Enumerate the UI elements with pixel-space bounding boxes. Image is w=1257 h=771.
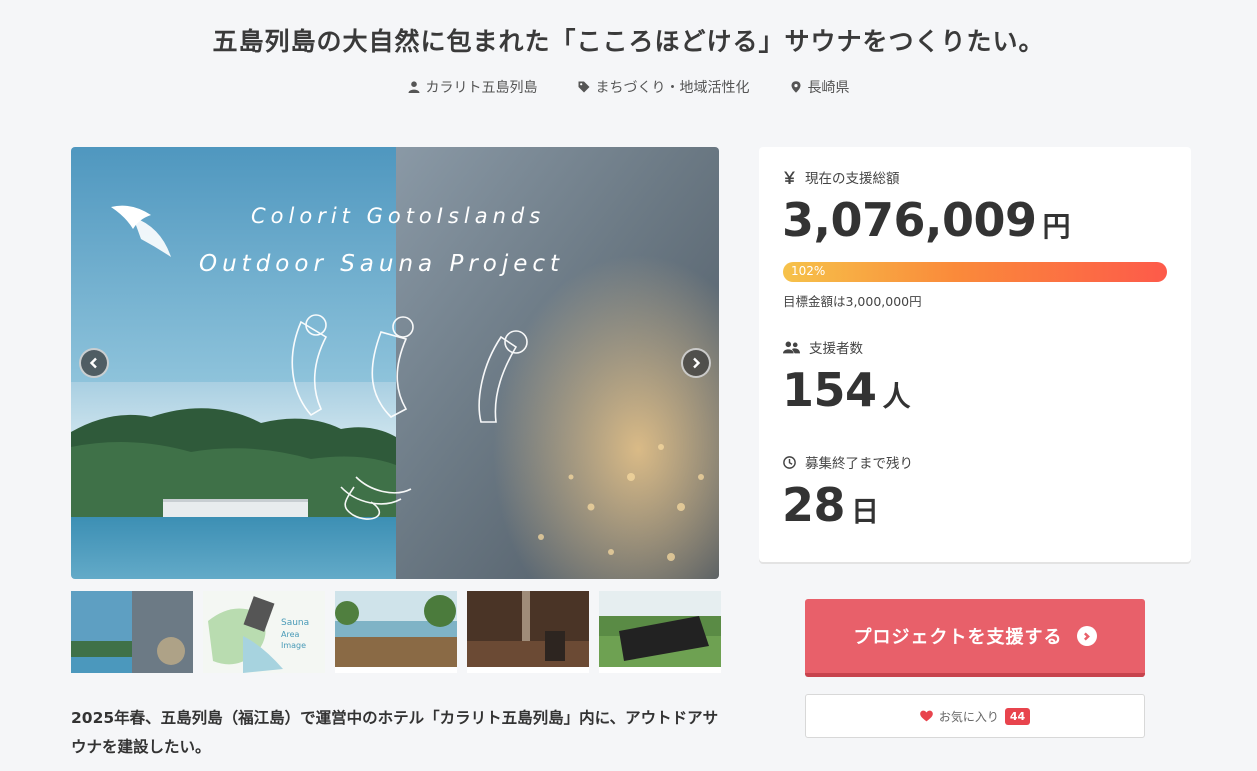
amount-label: 現在の支援総額 xyxy=(805,171,900,187)
thumb-sauna-area-map[interactable]: Sauna Area Image xyxy=(203,591,325,673)
remaining-number: 28 xyxy=(782,478,846,532)
meta-category[interactable]: まちづくり・地域活性化 xyxy=(578,77,750,97)
carousel-prev-button[interactable] xyxy=(79,348,109,378)
arrow-right-circle-icon xyxy=(1076,626,1097,646)
thumb-hero-image xyxy=(71,591,193,673)
users-icon xyxy=(783,341,800,353)
location-name: 長崎県 xyxy=(807,80,850,96)
thumb-exterior-image xyxy=(599,591,721,673)
thumb-building-exterior[interactable] xyxy=(599,591,721,673)
supporters-value: 154 人 xyxy=(782,363,911,417)
yen-icon xyxy=(784,171,795,184)
support-button-label: プロジェクトを支援する xyxy=(853,627,1063,648)
remaining-value: 28 日 xyxy=(782,478,879,532)
map-pin-icon xyxy=(791,81,800,93)
chevron-right-icon xyxy=(693,357,701,369)
amount-value: 3,076,009 円 xyxy=(782,193,1071,247)
thumb-deck-image xyxy=(335,591,457,673)
amount-unit: 円 xyxy=(1042,210,1071,243)
meta-location[interactable]: 長崎県 xyxy=(790,77,850,97)
meta-owner[interactable]: カラリト五島列島 xyxy=(408,77,538,97)
thumb-map-image: Sauna Area Image xyxy=(203,591,325,673)
amount-number: 3,076,009 xyxy=(782,193,1037,247)
remaining-unit: 日 xyxy=(851,495,880,528)
supporters-label: 支援者数 xyxy=(809,341,863,357)
thumb-map-caption: Sauna xyxy=(281,618,309,628)
project-meta: カラリト五島列島 まちづくり・地域活性化 長崎県 xyxy=(0,77,1257,97)
project-lead: 2025年春、五島列島（福江島）で運営中のホテル「カラリト五島列島」内に、アウト… xyxy=(71,709,719,756)
remaining-label-row: 募集終了まで残り xyxy=(783,452,913,472)
hero-title-line1: Colorit GotoIslands xyxy=(251,204,546,228)
supporters-unit: 人 xyxy=(882,380,911,413)
goal-amount: 目標金額は3,000,000円 xyxy=(783,294,922,309)
thumb-hero[interactable] xyxy=(71,591,193,673)
owner-name: カラリト五島列島 xyxy=(425,80,538,96)
hero-title-line2: Outdoor Sauna Project xyxy=(199,251,565,277)
tag-icon xyxy=(578,81,589,93)
user-icon xyxy=(408,81,419,93)
thumb-outdoor-deck[interactable] xyxy=(335,591,457,673)
stats-panel: 現在の支援総額 3,076,009 円 102% 目標金額は3,000,000円… xyxy=(759,147,1191,562)
supporters-number: 154 xyxy=(782,363,877,417)
category-name: まちづくり・地域活性化 xyxy=(595,80,750,96)
clock-icon xyxy=(783,455,796,469)
svg-text:Image: Image xyxy=(281,641,306,650)
project-title: 五島列島の大自然に包まれた「こころほどける」サウナをつくりたい。 xyxy=(212,27,1045,56)
funding-progress-bar: 102% xyxy=(783,262,1167,282)
favorite-button[interactable]: お気に入り 44 xyxy=(805,694,1145,738)
favorite-label: お気に入り xyxy=(938,709,999,724)
thumb-interior-image xyxy=(467,591,589,673)
heart-icon xyxy=(920,710,933,722)
carousel-next-button[interactable] xyxy=(681,348,711,378)
favorite-count-badge: 44 xyxy=(1004,707,1031,725)
supporters-label-row: 支援者数 xyxy=(783,337,863,357)
remaining-label: 募集終了まで残り xyxy=(805,456,913,472)
chevron-left-icon xyxy=(89,357,97,369)
hero-carousel[interactable]: Colorit GotoIslands Outdoor Sauna Projec… xyxy=(71,147,719,579)
support-project-button[interactable]: プロジェクトを支援する xyxy=(805,599,1145,677)
svg-text:Area: Area xyxy=(281,630,300,639)
thumb-sauna-interior[interactable] xyxy=(467,591,589,673)
thumbnail-strip: Sauna Area Image xyxy=(71,591,721,673)
progress-percent: 102% xyxy=(791,264,826,278)
amount-label-row: 現在の支援総額 xyxy=(783,167,900,187)
